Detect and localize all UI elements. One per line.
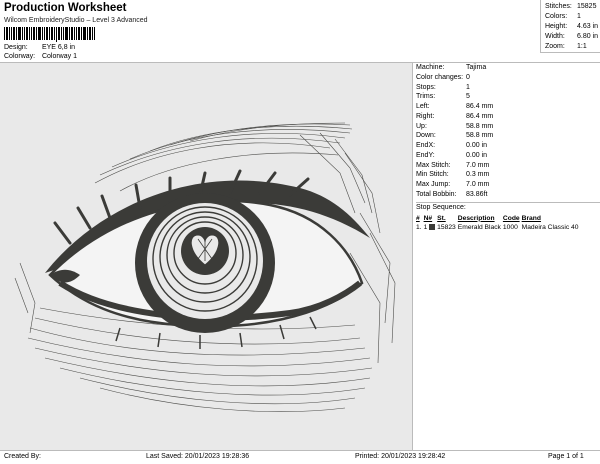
stat-row: Down: 58.8 mm [416, 132, 494, 140]
colorway-row: Colorway: Colorway 1 [4, 53, 77, 60]
table-header-row: # N# St. Description Code Brand [416, 214, 541, 222]
summary-row: Height: 4.63 in [545, 23, 599, 30]
stat-row: EndY: 0.00 in [416, 151, 488, 159]
stitch-statistics: Machine: Tajima Color changes: 0 Stops: 1 T… [412, 63, 600, 450]
software-name: Wilcom EmbroideryStudio – Level 3 Advanc… [4, 17, 148, 24]
stat-row: Stops: 1 [416, 83, 470, 91]
stat-row: Machine: Tajima [416, 64, 487, 71]
stat-row: Max Jump: 7.0 mm [416, 181, 490, 188]
summary-row: Width: 6.80 in [545, 33, 599, 40]
eye-embroidery-image [14, 122, 396, 412]
summary-row: Colors: 1 [545, 13, 581, 20]
stat-row: Color changes: 0 [416, 73, 470, 81]
summary-box: Stitches: 15825 Colors: 1 Height: 4.63 in W… [540, 0, 600, 53]
colorway-value: Colorway 1 [41, 53, 77, 60]
stat-row: Left: 86.4 mm [416, 103, 494, 110]
stop-sequence-title: Stop Sequence: [416, 201, 600, 212]
colorway-label: Colorway: [4, 53, 36, 60]
stat-row: Total Bobbin: 83.86ft [416, 190, 488, 198]
stat-row: Up: 58.8 mm [416, 122, 494, 130]
page-number: Page 1 of 1 [548, 453, 584, 460]
summary-row: Zoom: 1:1 [545, 43, 587, 50]
printed-date: Printed: 20/01/2023 19:28:42 [355, 453, 446, 460]
table-row: 1. 1 15823 Emerald Black 1000 Madeira Cl… [416, 223, 579, 231]
stat-row: EndX: 0.00 in [416, 142, 488, 149]
stat-row: Min Stitch: 0.3 mm [416, 171, 490, 179]
design-label: Design: [4, 44, 28, 51]
stop-sequence-table: # N# St. Description Code Brand 1. 1 158… [416, 214, 581, 232]
created-by: Created By: [4, 453, 41, 460]
design-preview [0, 63, 412, 450]
footer: Created By: Last Saved: 20/01/2023 19:28… [0, 450, 600, 464]
summary-row: Stitches: 15825 [545, 3, 597, 10]
last-saved: Last Saved: 20/01/2023 19:28:36 [146, 453, 250, 460]
design-value: EYE 6,8 in [41, 44, 76, 51]
stat-row: Trims: 5 [416, 93, 470, 101]
barcode [4, 27, 95, 42]
stat-row: Right: 86.4 mm [416, 112, 494, 120]
design-row: Design: EYE 6,8 in [4, 44, 75, 51]
color-swatch [429, 223, 436, 230]
stat-row: Max Stitch: 7.0 mm [416, 161, 490, 169]
worksheet-title: Production Worksheet [4, 2, 127, 14]
